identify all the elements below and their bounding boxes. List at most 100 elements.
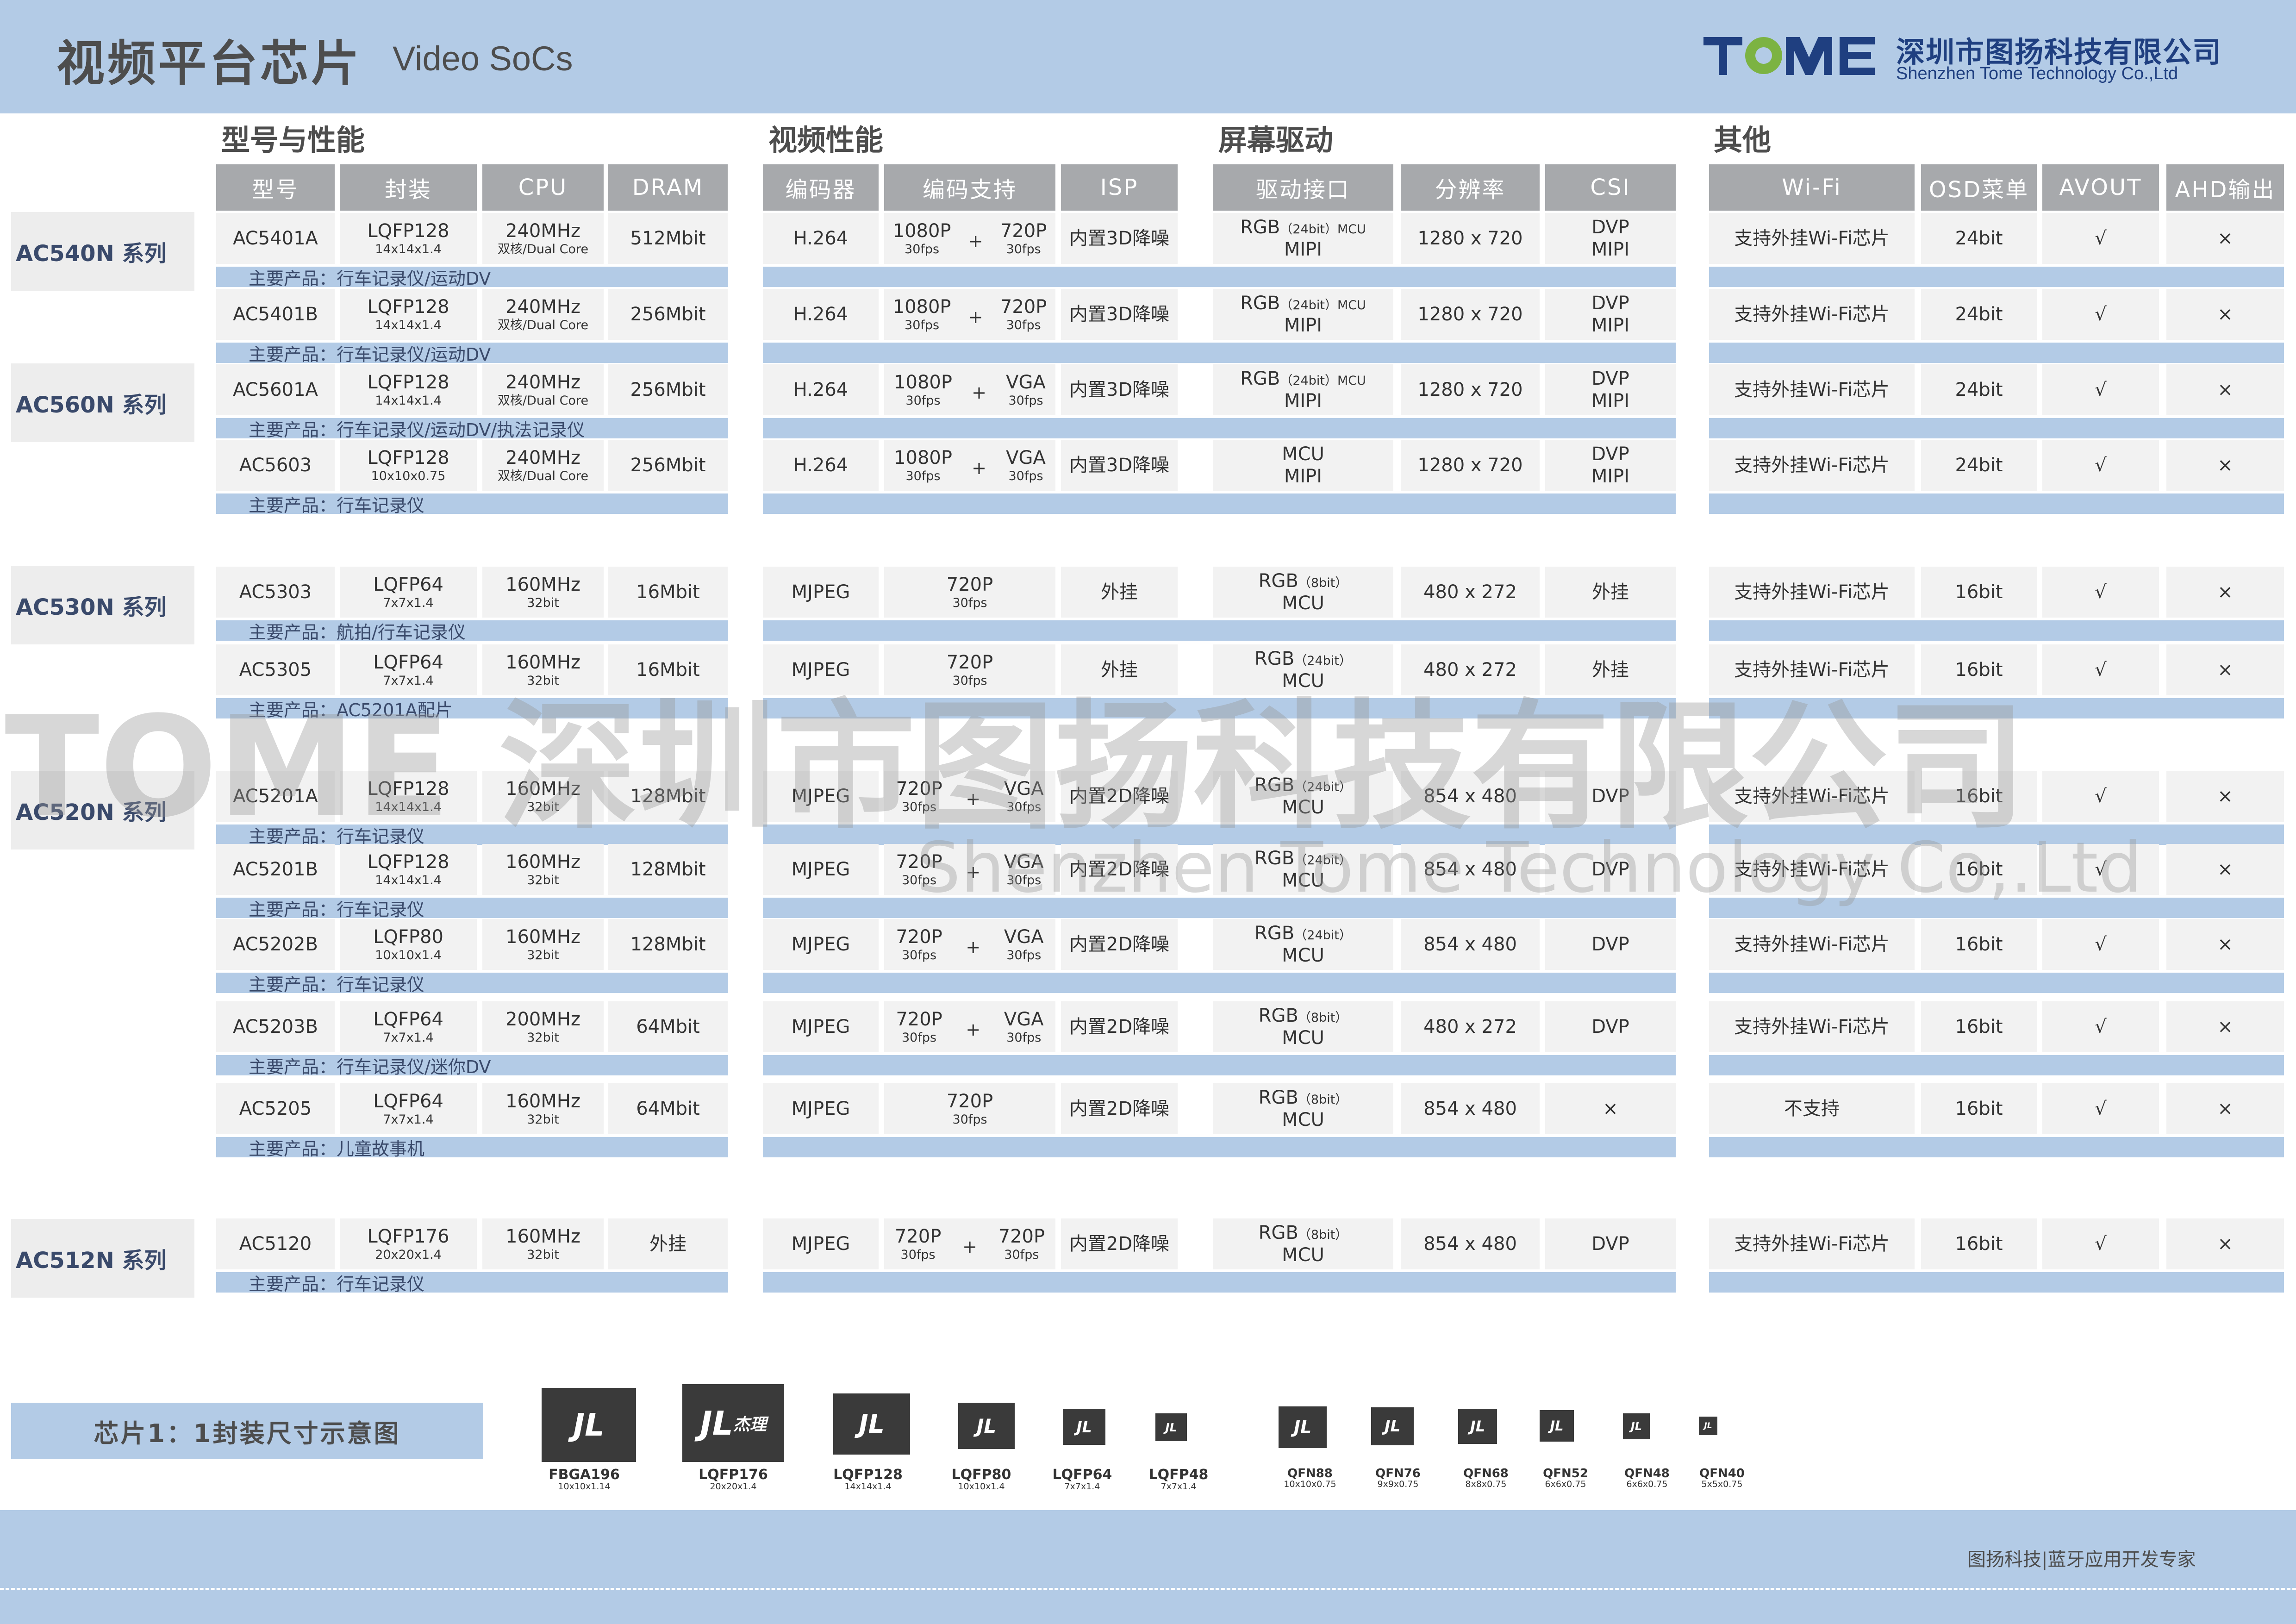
encode-mode: 720P 30fps: [998, 1225, 1045, 1262]
ahd-cell-text: ×: [2217, 859, 2233, 880]
main-product-prefix: 主要产品：: [249, 495, 337, 516]
column-header: CSI: [1545, 164, 1676, 211]
encode-fps: 30fps: [1004, 1247, 1039, 1262]
driver-line-2: MIPI: [1284, 390, 1323, 412]
resolution-cell-text: 480 x 272: [1423, 581, 1517, 603]
chip-dimension: 20x20x1.4: [710, 1481, 757, 1492]
driver-bits: （24bit）: [1294, 654, 1352, 668]
driver-line-2: MIPI: [1284, 239, 1323, 260]
csi-cell-main: DVP: [1591, 934, 1629, 955]
avout-cell-text: √: [2095, 581, 2107, 603]
ahd-cell-text: ×: [2217, 786, 2233, 807]
encode-resolution: 1080P: [892, 220, 951, 242]
chip-dimension: 7x7x1.4: [1064, 1481, 1100, 1492]
encode-resolution: VGA: [1004, 926, 1044, 948]
resolution-cell: 1280 x 720: [1401, 213, 1540, 264]
package-cell-main: LQFP176: [367, 1225, 449, 1247]
avout-cell-text: √: [2095, 304, 2107, 325]
main-product-prefix: 主要产品：: [249, 1056, 337, 1077]
driver-interface-cell: RGB（8bit） MCU: [1213, 1218, 1393, 1269]
driver-line-2: MIPI: [1284, 466, 1323, 487]
chip-mark: JL: [859, 1409, 885, 1439]
package-cell-main: LQFP64: [373, 1090, 443, 1112]
csi-cell: DVP: [1545, 1001, 1676, 1052]
osd-cell-text: 16bit: [1955, 1098, 2003, 1119]
driver-interface-cell: MCU MIPI: [1213, 440, 1393, 491]
encode-fps: 30fps: [1006, 1030, 1042, 1045]
chip-image-qfn40: JL: [1699, 1417, 1717, 1435]
csi-cell-main: DVP: [1591, 293, 1629, 314]
osd-cell: 24bit: [1921, 289, 2037, 340]
encode-resolution: 720P: [1000, 220, 1047, 242]
main-product-strip: 主要产品： 行车记录仪: [216, 1272, 728, 1294]
csi-cell-main: 外挂: [1592, 581, 1629, 603]
csi-cell-sub: MIPI: [1591, 390, 1630, 412]
encode-support-cell: 1080P 30fps + VGA 30fps: [884, 364, 1055, 415]
column-header: AHD输出: [2166, 164, 2284, 211]
driver-line-1: RGB（8bit）: [1259, 1005, 1348, 1027]
column-header: Wi-Fi: [1709, 164, 1915, 211]
codec-cell-text: H.264: [793, 228, 849, 249]
resolution-cell: 1280 x 720: [1401, 440, 1540, 491]
encode-resolution: VGA: [1006, 371, 1046, 393]
driver-interface-cell: RGB（24bit）MCU MIPI: [1213, 364, 1393, 415]
codec-cell-text: H.264: [793, 455, 849, 476]
isp-cell: 内置2D降噪: [1061, 1218, 1178, 1269]
resolution-cell: 854 x 480: [1401, 919, 1540, 970]
encode-resolution: 720P: [896, 1008, 942, 1030]
cpu-cell-sub: 32bit: [527, 1247, 559, 1262]
model-cell-text: AC5401A: [233, 228, 318, 249]
main-product-text: 行车记录仪: [337, 899, 425, 920]
plus-sign: +: [972, 382, 986, 403]
ahd-cell: ×: [2166, 440, 2284, 491]
main-product-text: 行车记录仪: [337, 1274, 425, 1294]
main-product-prefix: 主要产品：: [249, 622, 337, 643]
model-cell: AC5203B: [216, 1001, 335, 1052]
package-cell-sub: 14x14x1.4: [375, 873, 442, 887]
package-cell-main: LQFP128: [367, 371, 449, 393]
codec-cell-text: MJPEG: [791, 934, 850, 955]
dram-cell: 外挂: [608, 1218, 728, 1269]
chip-dimension: 10x10x1.4: [958, 1481, 1005, 1492]
row-divider-strip: [1213, 493, 1676, 514]
encode-mode: VGA 30fps: [1006, 447, 1046, 484]
cpu-cell-main: 200MHz: [505, 1008, 580, 1030]
package-cell-sub: 14x14x1.4: [375, 242, 442, 256]
driver-interface-cell: RGB（8bit） MCU: [1213, 1083, 1393, 1134]
footer-bar: [0, 1510, 2296, 1624]
encode-mode: 720P 30fps: [896, 926, 942, 963]
ahd-cell: ×: [2166, 289, 2284, 340]
main-product-strip: 主要产品： 儿童故事机: [216, 1137, 728, 1159]
package-cell-main: LQFP64: [373, 651, 443, 673]
avout-cell: √: [2042, 364, 2159, 415]
cpu-cell-main: 160MHz: [505, 651, 580, 673]
row-divider-strip: [1709, 343, 2284, 363]
chip-mark: JL: [976, 1414, 997, 1437]
cpu-cell-main: 240MHz: [505, 220, 580, 242]
chip-image-qfn52: JL: [1540, 1410, 1574, 1442]
encode-mode: 1080P 30fps: [893, 220, 951, 257]
ahd-cell: ×: [2166, 213, 2284, 264]
codec-cell: MJPEG: [763, 1218, 879, 1269]
chip-mark: JL: [1384, 1417, 1401, 1436]
resolution-cell-text: 854 x 480: [1423, 1233, 1517, 1255]
cpu-cell: 160MHz 32bit: [482, 844, 604, 895]
chip-name: QFN76: [1375, 1467, 1421, 1480]
cpu-cell-sub: 32bit: [527, 873, 559, 887]
osd-cell-text: 16bit: [1955, 1016, 2003, 1037]
avout-cell: √: [2042, 644, 2159, 695]
resolution-cell-text: 1280 x 720: [1417, 304, 1523, 325]
wifi-cell: 支持外挂Wi-Fi芯片: [1709, 289, 1915, 340]
plus-sign: +: [968, 231, 983, 252]
resolution-cell-text: 1280 x 720: [1417, 455, 1523, 476]
wifi-cell-text: 支持外挂Wi-Fi芯片: [1734, 1016, 1890, 1037]
page-title: 视频平台芯片: [56, 35, 362, 92]
isp-cell: 内置3D降噪: [1061, 364, 1178, 415]
main-product-prefix: 主要产品：: [249, 419, 337, 440]
column-header: 编码支持: [884, 164, 1055, 211]
osd-cell-text: 24bit: [1955, 379, 2003, 400]
isp-cell-text: 内置3D降噪: [1069, 228, 1170, 249]
chip-mark: JL: [700, 1404, 733, 1443]
row-divider-strip: [1213, 1055, 1676, 1075]
encode-resolution: 720P: [894, 1225, 942, 1247]
